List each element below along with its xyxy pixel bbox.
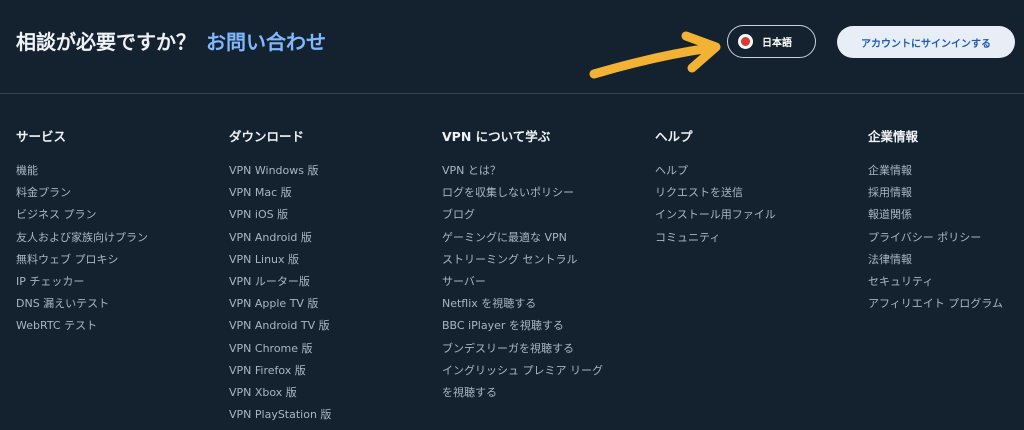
- footer-link[interactable]: 機能: [16, 160, 148, 182]
- footer-link[interactable]: VPN とは？: [442, 160, 603, 182]
- footer-link[interactable]: プライバシー ポリシー: [868, 227, 1003, 249]
- footer-link[interactable]: VPN Chrome 版: [229, 338, 331, 360]
- footer-link[interactable]: VPN Firefox 版: [229, 360, 331, 382]
- footer-link[interactable]: IP チェッカー: [16, 271, 148, 293]
- footer-link[interactable]: サーバー: [442, 271, 603, 293]
- footer-link[interactable]: ゲーミングに最適な VPN: [442, 227, 603, 249]
- footer-link[interactable]: VPN PlayStation 版: [229, 404, 331, 426]
- footer-link[interactable]: ログを収集しないポリシー: [442, 182, 603, 204]
- header-divider: [0, 93, 1024, 94]
- footer-link[interactable]: BBC iPlayer を視聴する: [442, 315, 603, 337]
- footer-page: 相談が必要ですか？ お問い合わせ 日本語 アカウントにサインインする サービス 機…: [0, 0, 1024, 430]
- link-list: 企業情報 採用情報 報道関係 プライバシー ポリシー 法律情報 セキュリティ アフィリエイト…: [868, 160, 1003, 315]
- footer-link[interactable]: DNS 漏えいテスト: [16, 293, 148, 315]
- help-prompt-heading: 相談が必要ですか？ お問い合わせ: [16, 26, 326, 55]
- footer-link[interactable]: リクエストを送信: [655, 182, 776, 204]
- link-list: VPN とは？ ログを収集しないポリシー ブログ ゲーミングに最適な VPN ストリーミ…: [442, 160, 603, 404]
- footer-link[interactable]: 無料ウェブ プロキシ: [16, 249, 148, 271]
- link-list: 機能 料金プラン ビジネス プラン 友人および家族向けプラン 無料ウェブ プロキシ IP …: [16, 160, 148, 338]
- footer-link[interactable]: インストール用ファイル: [655, 204, 776, 226]
- footer-link[interactable]: 報道関係: [868, 204, 1003, 226]
- footer-link[interactable]: Netflix を視聴する: [442, 293, 603, 315]
- footer-link[interactable]: 企業情報: [868, 160, 1003, 182]
- footer-link[interactable]: VPN Android 版: [229, 227, 331, 249]
- column-title: 企業情報: [868, 129, 919, 144]
- footer-link[interactable]: ビジネス プラン: [16, 204, 148, 226]
- footer-link[interactable]: ストリーミング セントラル: [442, 249, 603, 271]
- footer-column-company: 企業情報 企業情報 採用情報 報道関係 プライバシー ポリシー 法律情報 セキュリティ アフ…: [868, 126, 1003, 315]
- footer-link[interactable]: VPN Linux 版: [229, 249, 331, 271]
- contact-link[interactable]: お問い合わせ: [206, 30, 326, 54]
- footer-link[interactable]: イングリッシュ プレミア リーグ: [442, 360, 603, 382]
- footer-link[interactable]: VPN Mac 版: [229, 182, 331, 204]
- column-title: サービス: [16, 129, 67, 144]
- help-prompt-text: 相談が必要ですか？: [16, 30, 196, 54]
- footer-link[interactable]: 料金プラン: [16, 182, 148, 204]
- footer-column-downloads: ダウンロード VPN Windows 版 VPN Mac 版 VPN iOS 版 VP…: [229, 126, 331, 426]
- link-list: VPN Windows 版 VPN Mac 版 VPN iOS 版 VPN Andro…: [229, 160, 331, 426]
- signin-button[interactable]: アカウントにサインインする: [837, 26, 1015, 58]
- footer-link[interactable]: VPN ルーター版: [229, 271, 331, 293]
- language-selector-button[interactable]: 日本語: [727, 25, 816, 58]
- footer-link[interactable]: WebRTC テスト: [16, 315, 148, 337]
- footer-link[interactable]: 採用情報: [868, 182, 1003, 204]
- footer-link[interactable]: ブンデスリーガを視聴する: [442, 338, 603, 360]
- footer-link[interactable]: コミュニティ: [655, 227, 776, 249]
- japan-flag-icon: [738, 34, 753, 49]
- column-title: ヘルプ: [655, 129, 693, 144]
- footer-column-help: ヘルプ ヘルプ リクエストを送信 インストール用ファイル コミュニティ: [655, 126, 776, 249]
- footer-link[interactable]: ブログ: [442, 204, 603, 226]
- footer-link[interactable]: VPN iOS 版: [229, 204, 331, 226]
- footer-link[interactable]: アフィリエイト プログラム: [868, 293, 1003, 315]
- footer-link[interactable]: 法律情報: [868, 249, 1003, 271]
- language-label: 日本語: [762, 38, 792, 49]
- footer-link[interactable]: VPN Windows 版: [229, 160, 331, 182]
- footer-link[interactable]: ヘルプ: [655, 160, 776, 182]
- footer-link[interactable]: セキュリティ: [868, 271, 1003, 293]
- footer-link[interactable]: VPN Android TV 版: [229, 315, 331, 337]
- footer-link[interactable]: VPN Xbox 版: [229, 382, 331, 404]
- annotation-arrow-icon: [589, 31, 721, 79]
- column-title: VPN について学ぶ: [442, 129, 551, 144]
- footer-link[interactable]: VPN Apple TV 版: [229, 293, 331, 315]
- footer-column-learn: VPN について学ぶ VPN とは？ ログを収集しないポリシー ブログ ゲーミングに最…: [442, 126, 603, 404]
- footer-link[interactable]: を視聴する: [442, 382, 603, 404]
- footer-link[interactable]: 友人および家族向けプラン: [16, 227, 148, 249]
- footer-column-services: サービス 機能 料金プラン ビジネス プラン 友人および家族向けプラン 無料ウェブ プロ…: [16, 126, 148, 338]
- column-title: ダウンロード: [229, 129, 305, 144]
- link-list: ヘルプ リクエストを送信 インストール用ファイル コミュニティ: [655, 160, 776, 249]
